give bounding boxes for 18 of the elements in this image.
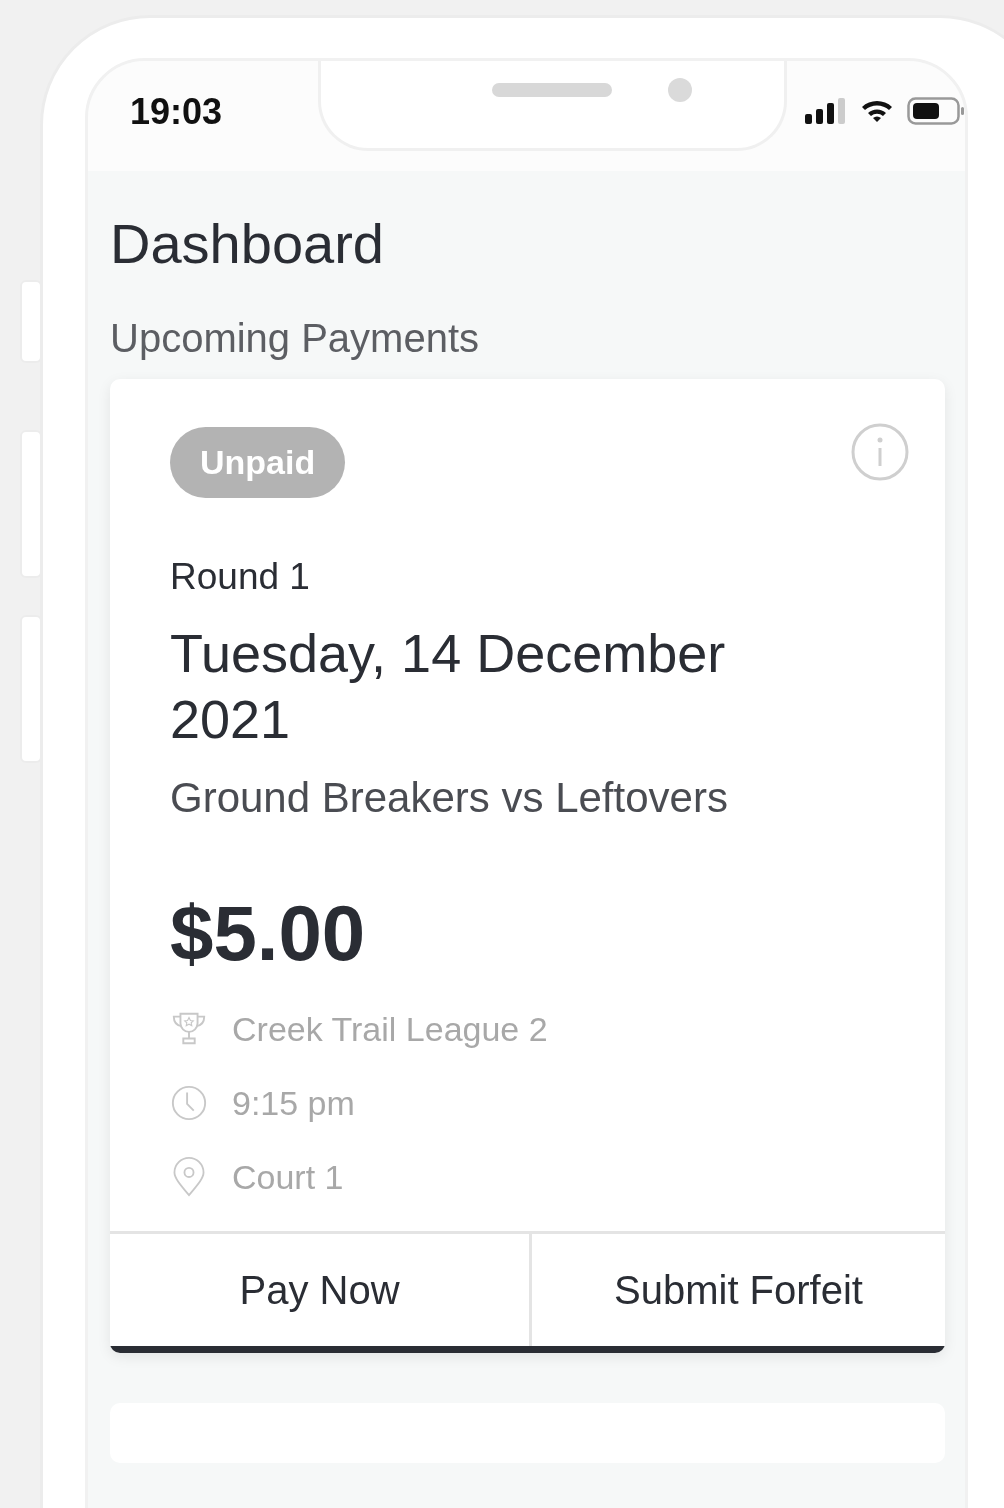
- match-teams: Ground Breakers vs Leftovers: [170, 774, 729, 822]
- section-heading: Upcoming Payments: [110, 316, 481, 361]
- camera-dot: [668, 77, 693, 102]
- detail-text: Court 1: [232, 1157, 344, 1197]
- round-label: Round 1: [170, 556, 311, 598]
- detail-text: 9:15 pm: [232, 1083, 355, 1123]
- clock-icon: [170, 1083, 208, 1123]
- status-time: 19:03: [130, 91, 224, 133]
- wifi-icon: [861, 99, 893, 123]
- info-icon[interactable]: [851, 423, 909, 481]
- forfeit-button[interactable]: Submit Forfeit: [529, 1234, 945, 1346]
- signal-icon: [805, 98, 847, 124]
- status-badge: Unpaid: [170, 427, 346, 498]
- payment-amount: $5.00: [170, 888, 367, 979]
- detail-text: Creek Trail League 2: [232, 1009, 548, 1049]
- page-title: Dashboard: [110, 211, 385, 276]
- match-date: Tuesday, 14 December 2021: [170, 622, 727, 751]
- battery-icon: [907, 97, 965, 125]
